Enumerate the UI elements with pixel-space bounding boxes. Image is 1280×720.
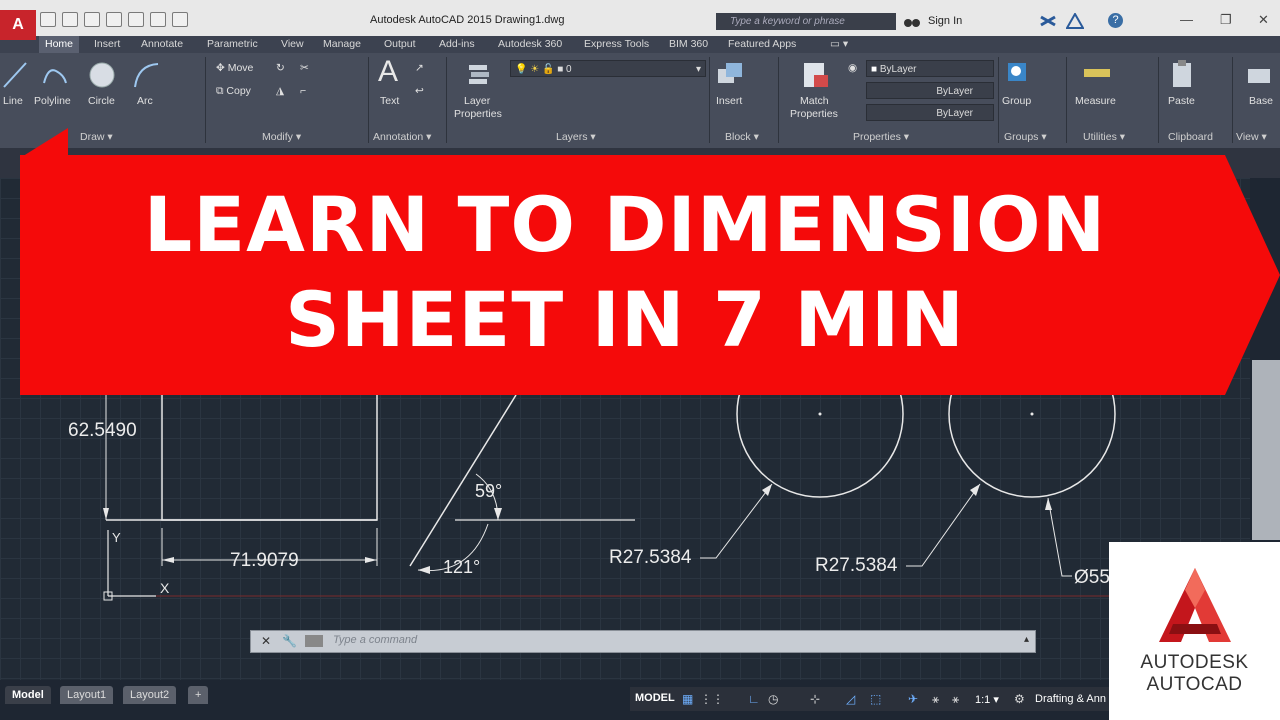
osnap-icon[interactable]: ⊹ bbox=[810, 692, 820, 706]
circle-center bbox=[818, 412, 822, 416]
add-layout-button[interactable]: + bbox=[188, 686, 209, 704]
radius-leader bbox=[906, 483, 981, 567]
vertical-dimension-text: 62.5490 bbox=[68, 420, 137, 441]
tab-layout1[interactable]: Layout1 bbox=[60, 686, 114, 704]
dimension-arrow bbox=[1045, 498, 1052, 510]
dimension-arrow bbox=[365, 557, 377, 563]
dimension-arrow bbox=[970, 484, 980, 496]
title-banner: LEARN TO DIMENSION SHEET IN 7 MIN bbox=[20, 155, 1280, 395]
selection-cycling-icon[interactable]: ⬚ bbox=[870, 692, 881, 706]
ucs-y-label: Y bbox=[112, 530, 121, 545]
close-button[interactable]: ✕ bbox=[1258, 12, 1269, 28]
horizontal-dimension-text: 71.9079 bbox=[230, 550, 299, 571]
base-button[interactable]: Base bbox=[1249, 95, 1273, 107]
tab-model[interactable]: Model bbox=[5, 686, 51, 704]
angle-text-121: 121° bbox=[443, 557, 481, 577]
close-icon[interactable]: ✕ bbox=[261, 634, 271, 648]
annotation-visibility-icon[interactable]: ✈ bbox=[908, 692, 918, 706]
autoscale-icon[interactable]: ⚹ bbox=[932, 692, 939, 707]
rectangle-shape[interactable] bbox=[161, 395, 378, 521]
dimension-arrow bbox=[762, 484, 772, 496]
banner-headline-line2: SHEET IN 7 MIN bbox=[285, 275, 965, 364]
base-view-icon[interactable] bbox=[1246, 63, 1274, 87]
radius-text-2: R27.5384 bbox=[815, 555, 898, 576]
application-menu-button[interactable]: A bbox=[0, 10, 36, 40]
snap-icon[interactable]: ⋮⋮ bbox=[700, 692, 724, 706]
command-prompt-icon[interactable] bbox=[305, 635, 323, 647]
dimension-arrow bbox=[418, 566, 430, 574]
dimension-arrow bbox=[494, 508, 502, 520]
autocad-logo-icon bbox=[1159, 568, 1231, 642]
logo-word-autodesk: AUTODESK bbox=[1140, 652, 1249, 673]
wrench-icon[interactable]: 🔧 bbox=[282, 634, 297, 648]
layout-tabs: Model Layout1 Layout2 + bbox=[0, 686, 640, 706]
command-input[interactable]: Type a command bbox=[333, 634, 417, 646]
circle-center bbox=[1030, 412, 1034, 416]
angle-text-59: 59° bbox=[475, 481, 503, 501]
radius-text-1: R27.5384 bbox=[609, 547, 692, 568]
banner-headline-line1: LEARN TO DIMENSION bbox=[143, 180, 1107, 269]
diameter-text: Ø55 bbox=[1074, 567, 1110, 588]
workspace-switcher[interactable]: Drafting & Ann bbox=[1035, 693, 1106, 705]
logo-word-autocad: AUTOCAD bbox=[1146, 674, 1243, 695]
radius-leader bbox=[700, 483, 773, 559]
dimension-arrow bbox=[162, 557, 174, 563]
gear-icon[interactable]: ⚙ bbox=[1014, 692, 1025, 706]
caret-up-icon[interactable]: ▴ bbox=[1024, 634, 1029, 645]
model-space-toggle[interactable]: MODEL bbox=[635, 692, 675, 704]
command-line: ✕ 🔧 Type a command ▴ bbox=[250, 630, 1036, 653]
tab-layout2[interactable]: Layout2 bbox=[123, 686, 177, 704]
grid-icon[interactable]: ▦ bbox=[682, 692, 693, 706]
banner-notch bbox=[20, 128, 68, 158]
polar-icon[interactable]: ◷ bbox=[768, 692, 778, 706]
lineweight-icon[interactable]: ◿ bbox=[846, 692, 855, 706]
dimension-arrow bbox=[103, 508, 109, 520]
ortho-icon[interactable]: ∟ bbox=[748, 692, 760, 706]
autodesk-autocad-logo: AUTODESK AUTOCAD bbox=[1109, 542, 1280, 720]
annotation-scale[interactable]: 1:1 ▾ bbox=[975, 693, 999, 706]
annotation-scale-icon[interactable]: ⚹ bbox=[952, 692, 959, 707]
ucs-x-label: X bbox=[160, 580, 170, 596]
